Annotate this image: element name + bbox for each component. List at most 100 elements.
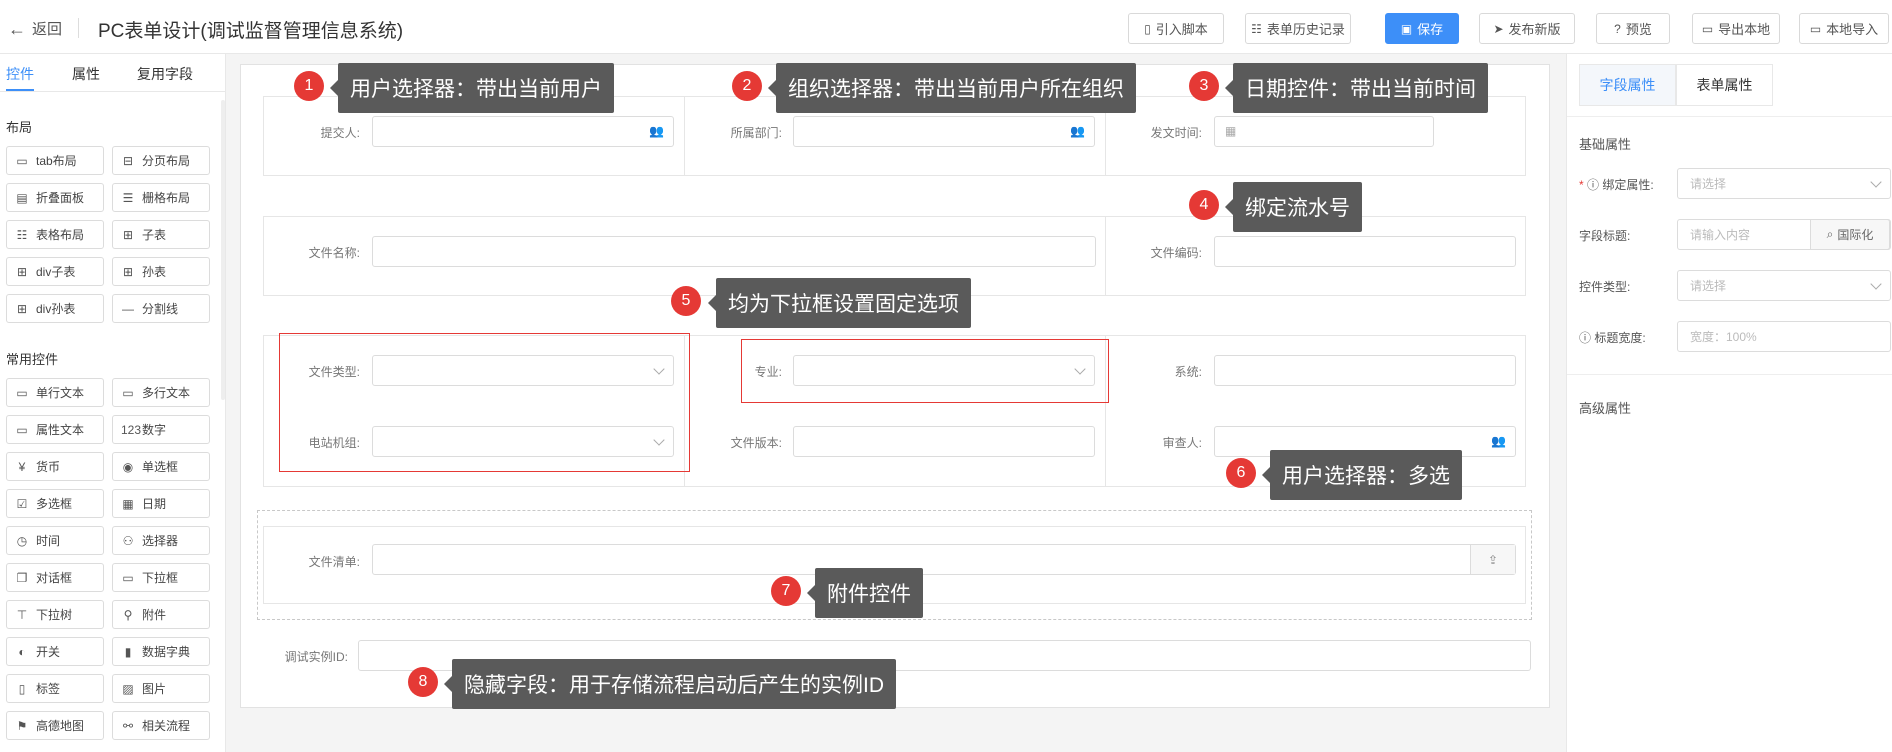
component-item[interactable]: ⚑ 高德地图: [6, 711, 104, 740]
tab-properties[interactable]: 属性: [72, 64, 100, 84]
component-label: 数据字典: [142, 645, 191, 659]
tab-controls[interactable]: 控件: [6, 64, 34, 84]
form-history-button[interactable]: ☷ 表单历史记录: [1245, 13, 1351, 44]
annotation-callout: 用户选择器：带出当前用户: [330, 63, 614, 113]
save-icon: ▣: [1400, 21, 1413, 36]
title-width-input[interactable]: 宽度：100%: [1677, 321, 1891, 352]
calendar-icon: ▦: [1225, 124, 1237, 138]
active-tab-underline: [6, 89, 34, 91]
import-script-button[interactable]: ▯ 引入脚本: [1128, 13, 1224, 44]
component-item[interactable]: ▭ 多行文本: [112, 378, 210, 407]
component-item[interactable]: — 分割线: [112, 294, 210, 323]
page-title: PC表单设计(调试监督管理信息系统): [98, 21, 404, 42]
bind-property-select[interactable]: 请选择: [1677, 168, 1891, 199]
component-item[interactable]: ▭ 属性文本: [6, 415, 104, 444]
component-item[interactable]: ▭ 下拉框: [112, 563, 210, 592]
component-item[interactable]: ⊞ div孙表: [6, 294, 104, 323]
system-input[interactable]: [1214, 355, 1516, 386]
component-item[interactable]: ◐ 开关: [6, 637, 104, 666]
preview-button[interactable]: ? 预览: [1596, 13, 1670, 44]
publish-button[interactable]: ➤ 发布新版: [1479, 13, 1575, 44]
tab-form-properties[interactable]: 表单属性: [1676, 64, 1773, 106]
component-item[interactable]: ⚯ 相关流程: [112, 711, 210, 740]
annotation-badge: 2: [732, 71, 762, 101]
component-item[interactable]: ◷ 时间: [6, 526, 104, 555]
bind-property-placeholder: 请选择: [1690, 177, 1727, 191]
component-item[interactable]: ◉ 单选框: [112, 452, 210, 481]
component-label: tab布局: [36, 154, 77, 168]
component-icon: ▭: [16, 153, 28, 168]
component-icon: ⊞: [122, 264, 134, 279]
component-icon: ¥: [18, 459, 26, 474]
back-button[interactable]: ← 返回: [8, 18, 62, 39]
annotation-badge: 4: [1189, 190, 1219, 220]
component-item[interactable]: ▤ 折叠面板: [6, 183, 104, 212]
annotation-callout: 组织选择器：带出当前用户所在组织: [768, 63, 1136, 113]
component-label: 分页布局: [142, 154, 191, 168]
component-item[interactable]: ⊞ div子表: [6, 257, 104, 286]
submitter-user-selector[interactable]: 👥: [372, 116, 674, 147]
component-icon: ▮: [124, 644, 132, 659]
component-item[interactable]: 123 数字: [112, 415, 210, 444]
version-input[interactable]: [793, 426, 1095, 457]
department-org-selector[interactable]: 👥: [793, 116, 1095, 147]
component-item[interactable]: ▯ 标签: [6, 674, 104, 703]
title-width-label: ⓘ 标题宽度:: [1579, 329, 1646, 346]
component-item[interactable]: ▭ tab布局: [6, 146, 104, 175]
field-title-input[interactable]: 请输入内容 ⌕ 国际化: [1677, 219, 1891, 250]
file-name-input[interactable]: [372, 236, 1096, 267]
component-item[interactable]: ⊟ 分页布局: [112, 146, 210, 175]
control-type-select[interactable]: 请选择: [1677, 270, 1891, 301]
component-icon: ☑: [16, 496, 28, 511]
component-item[interactable]: ☷ 表格布局: [6, 220, 104, 249]
import-button[interactable]: ▭ 本地导入: [1799, 13, 1889, 44]
component-icon: ▭: [16, 385, 28, 400]
component-icon: ⊞: [16, 264, 28, 279]
component-item[interactable]: ▨ 图片: [112, 674, 210, 703]
instance-id-label: 调试实例ID:: [284, 650, 348, 664]
file-code-serial-input[interactable]: [1214, 236, 1516, 267]
component-icon: ⊞: [16, 301, 28, 316]
annotation-badge: 7: [771, 576, 801, 606]
component-label: 折叠面板: [36, 191, 85, 205]
sent-time-date-picker[interactable]: ▦: [1214, 116, 1434, 147]
annotation-callout: 附件控件: [807, 568, 923, 618]
form-history-label: 表单历史记录: [1266, 22, 1345, 37]
upload-icon: ⇪: [1487, 552, 1499, 567]
component-label: 高德地图: [36, 719, 85, 733]
component-label: 单行文本: [36, 386, 85, 400]
component-item[interactable]: ⊞ 孙表: [112, 257, 210, 286]
component-item[interactable]: ☑ 多选框: [6, 489, 104, 518]
upload-button[interactable]: ⇪: [1470, 545, 1515, 574]
tab-reuse-fields[interactable]: 复用字段: [137, 64, 193, 84]
send-icon: ➤: [1493, 21, 1504, 36]
component-item[interactable]: ¥ 货币: [6, 452, 104, 481]
component-item[interactable]: ▮ 数据字典: [112, 637, 210, 666]
component-item[interactable]: ☰ 栅格布局: [112, 183, 210, 212]
divider: [78, 18, 79, 38]
component-item[interactable]: ⊞ 子表: [112, 220, 210, 249]
component-item[interactable]: ▭ 单行文本: [6, 378, 104, 407]
component-icon: ☷: [16, 227, 28, 242]
component-item[interactable]: ⚲ 附件: [112, 600, 210, 629]
component-label: 子表: [142, 228, 167, 242]
section-title-common: 常用控件: [6, 352, 59, 367]
component-icon: ⊞: [122, 227, 134, 242]
tab-field-properties[interactable]: 字段属性: [1579, 64, 1676, 106]
export-button[interactable]: ▭ 导出本地: [1692, 13, 1780, 44]
component-label: 单选框: [142, 460, 179, 474]
i18n-button[interactable]: ⌕ 国际化: [1810, 219, 1890, 250]
component-label: 货币: [36, 460, 61, 474]
annotation-callout: 隐藏字段：用于存储流程启动后产生的实例ID: [444, 659, 896, 709]
save-button[interactable]: ▣ 保存: [1385, 13, 1459, 44]
component-item[interactable]: ⚇ 选择器: [112, 526, 210, 555]
attachment-input[interactable]: ⇪: [372, 544, 1516, 575]
component-icon: ☰: [122, 190, 134, 205]
component-label: 下拉树: [36, 608, 73, 622]
component-item[interactable]: ⊤ 下拉树: [6, 600, 104, 629]
chevron-down-icon: [1870, 176, 1882, 188]
component-item[interactable]: ▦ 日期: [112, 489, 210, 518]
scrollbar[interactable]: [221, 100, 225, 400]
preview-label: 预览: [1625, 22, 1652, 37]
component-item[interactable]: ❐ 对话框: [6, 563, 104, 592]
